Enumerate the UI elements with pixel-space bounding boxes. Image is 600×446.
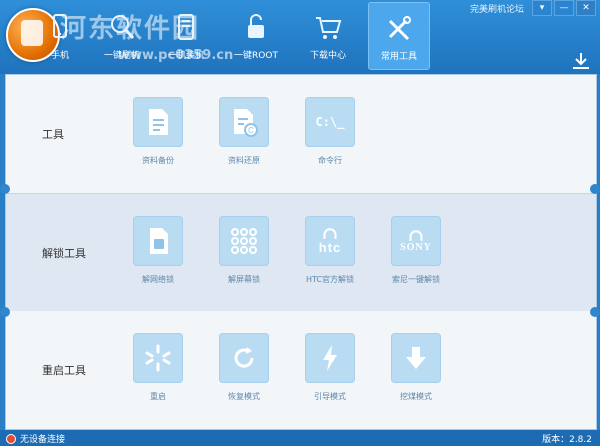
- document-icon: [149, 109, 168, 135]
- lock-shackle-icon: [409, 229, 423, 241]
- tab-label: 一键ROOT: [234, 51, 278, 61]
- sony-lock-icon: SONY: [391, 216, 441, 266]
- bolt-icon: [323, 345, 337, 371]
- phone-icon: [53, 14, 67, 38]
- tool-label: 资料备份: [142, 156, 174, 165]
- tool-label: 挖煤模式: [400, 392, 432, 401]
- lock-shackle-icon: [323, 227, 337, 239]
- download-arrow-icon: [406, 347, 426, 369]
- top-banner: 河东软件园 www.pc0359.cn 手机 一键刷机 一机装机 一键ROOT …: [0, 0, 600, 74]
- section-divider-dot: [590, 184, 600, 194]
- unlock-icon: [248, 14, 264, 38]
- section-label: 工具: [42, 128, 64, 141]
- tab-label: 一机装机: [167, 51, 204, 61]
- tool-label: 恢复模式: [228, 392, 260, 401]
- tab-root[interactable]: 一键ROOT: [226, 2, 286, 68]
- tools-icon: [388, 16, 411, 41]
- tool-label: 引导模式: [314, 392, 346, 401]
- section-divider-dot: [0, 307, 10, 317]
- sim-card-icon: [150, 228, 168, 254]
- tool-label: 解屏幕锁: [228, 275, 260, 284]
- terminal-icon: C:\_: [315, 115, 345, 129]
- tab-label: 常用工具: [380, 52, 417, 62]
- tool-download-mode[interactable]: 挖煤模式: [376, 333, 456, 402]
- recovery-icon: [234, 347, 254, 368]
- tool-htc-unlock[interactable]: htc HTC官方解锁: [290, 216, 370, 285]
- tool-sony-unlock[interactable]: SONY 索尼一键解锁: [376, 216, 456, 285]
- tab-flash[interactable]: 一键刷机: [92, 2, 152, 68]
- tool-screen-unlock[interactable]: 解屏幕锁: [204, 216, 284, 285]
- app-window: 河东软件园 www.pc0359.cn 手机 一键刷机 一机装机 一键ROOT …: [0, 0, 600, 446]
- tab-download-center[interactable]: 下载中心: [298, 2, 358, 68]
- section-restart-tools: 重启工具 重启 恢复模式 引导模式 挖煤模式: [6, 311, 596, 429]
- tool-label: 资料还原: [228, 156, 260, 165]
- htc-text: htc: [318, 239, 342, 255]
- restart-icon: [145, 344, 171, 372]
- section-divider-dot: [590, 307, 600, 317]
- cart-icon: [316, 17, 342, 39]
- close-button[interactable]: ✕: [576, 0, 596, 16]
- section-tools: 工具 资料备份 C 资料还原 C:\_ 命令行: [6, 75, 596, 193]
- tools-panel: 工具 资料备份 C 资料还原 C:\_ 命令行 解锁工具 解网络锁 解屏幕锁 h…: [5, 74, 597, 430]
- tool-data-restore[interactable]: C 资料还原: [204, 97, 284, 166]
- tool-recovery-mode[interactable]: 恢复模式: [204, 333, 284, 402]
- pattern-lock-icon: [231, 228, 257, 254]
- section-label: 重启工具: [42, 364, 86, 377]
- tool-command-line[interactable]: C:\_ 命令行: [290, 97, 370, 166]
- tab-label: 手机: [50, 51, 69, 61]
- tool-data-backup[interactable]: 资料备份: [118, 97, 198, 166]
- section-divider-dot: [0, 184, 10, 194]
- tab-common-tools[interactable]: 常用工具: [368, 2, 430, 70]
- section-unlock-tools: 解锁工具 解网络锁 解屏幕锁 htc HTC官方解锁 SONY 索尼一键解锁: [6, 193, 596, 313]
- tool-label: 命令行: [318, 156, 342, 165]
- download-icon[interactable]: [570, 52, 592, 70]
- dropdown-menu-button[interactable]: ▾: [532, 0, 552, 16]
- tool-label: 解网络锁: [142, 275, 174, 284]
- svg-text:C: C: [248, 126, 254, 135]
- tab-phone[interactable]: 手机: [30, 2, 90, 68]
- tab-install[interactable]: 一机装机: [156, 2, 216, 68]
- tool-bootloader-mode[interactable]: 引导模式: [290, 333, 370, 402]
- section-label: 解锁工具: [42, 247, 86, 260]
- tool-label: HTC官方解锁: [305, 275, 355, 284]
- tool-label: 重启: [150, 392, 166, 401]
- forum-link[interactable]: 完美刷机论坛: [470, 2, 524, 15]
- minimize-button[interactable]: —: [554, 0, 574, 16]
- sony-text: SONY: [400, 241, 432, 253]
- tab-label: 下载中心: [309, 51, 346, 61]
- status-bar: 无设备连接 版本：2.8.2: [0, 430, 600, 446]
- tool-restart[interactable]: 重启: [118, 333, 198, 402]
- tool-label: 索尼一键解锁: [392, 275, 440, 284]
- tab-label: 一键刷机: [103, 51, 140, 61]
- brush-icon: [111, 15, 135, 39]
- version-label: 版本：2.8.2: [542, 435, 592, 445]
- install-icon: [178, 14, 194, 40]
- device-status: 无设备连接: [20, 435, 66, 445]
- htc-lock-icon: htc: [305, 216, 355, 266]
- no-device-icon: [6, 433, 16, 444]
- window-controls: 完美刷机论坛 ▾ — ✕: [470, 0, 596, 16]
- tool-network-unlock[interactable]: 解网络锁: [118, 216, 198, 285]
- restore-document-icon: C: [234, 109, 258, 137]
